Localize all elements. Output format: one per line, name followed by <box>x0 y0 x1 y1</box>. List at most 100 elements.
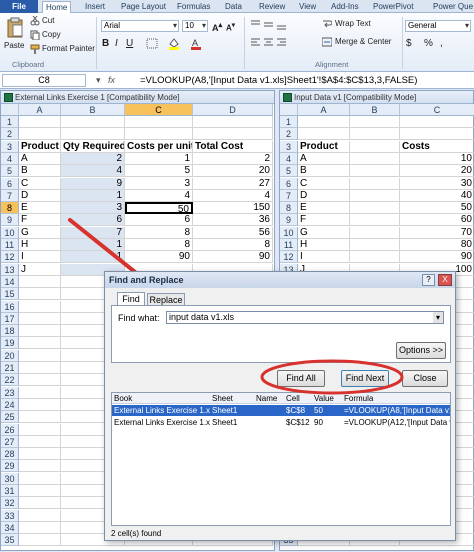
tab-review[interactable]: Review <box>256 1 288 13</box>
name-box[interactable]: C8 <box>2 74 86 87</box>
merge-center-button[interactable]: Merge & Center <box>335 37 391 46</box>
row-header: 30 <box>1 472 19 485</box>
paste-button[interactable]: Paste <box>4 41 24 50</box>
result-row[interactable]: External Links Exercise 1.xls Sheet1 $C$… <box>112 417 450 428</box>
wrap-text-button[interactable]: Wrap Text <box>335 19 371 28</box>
cell <box>400 116 474 128</box>
borders-icon[interactable] <box>146 38 158 49</box>
align-horizontal-icons[interactable] <box>250 37 290 49</box>
font-size-select[interactable]: 10 <box>182 20 208 32</box>
ribbon-tabs: File Home Insert Page Layout Formulas Da… <box>0 0 474 13</box>
cell: D <box>298 189 350 202</box>
cell: Product <box>298 140 350 153</box>
cell <box>19 349 61 362</box>
tab-add-ins[interactable]: Add-Ins <box>328 1 362 13</box>
cell <box>61 116 125 128</box>
tab-find[interactable]: Find <box>117 292 145 306</box>
formula-bar: C8 ▾ fx =VLOOKUP(A8,'[Input Data v1.xls]… <box>0 72 474 89</box>
cell <box>19 362 61 374</box>
bold-icon[interactable]: B <box>102 38 109 49</box>
row-header: 2 <box>1 128 19 141</box>
shrink-font-icon[interactable]: A▾ <box>226 21 235 33</box>
row-header: 20 <box>1 349 19 362</box>
tab-view[interactable]: View <box>296 1 319 13</box>
cell <box>350 165 400 178</box>
cell <box>350 116 400 128</box>
italic-icon[interactable]: I <box>115 38 118 49</box>
status-text: 2 cell(s) found <box>111 529 162 538</box>
cell: 20 <box>400 165 474 178</box>
row-header: 22 <box>1 374 19 387</box>
group-separator <box>244 17 245 69</box>
cell <box>19 472 61 485</box>
cell: 5 <box>125 165 193 178</box>
wrap-text-icon[interactable] <box>322 19 333 29</box>
cell <box>125 116 193 128</box>
cell <box>19 521 61 534</box>
cell: C <box>298 177 350 190</box>
cut-icon[interactable] <box>30 15 40 26</box>
number-format-select[interactable]: General <box>405 20 471 32</box>
cell <box>350 251 400 264</box>
cell <box>19 312 61 325</box>
copy-button[interactable]: Copy <box>42 30 61 39</box>
close-icon[interactable]: X <box>438 274 452 286</box>
currency-button[interactable]: $ <box>406 38 412 49</box>
row-header: 3 <box>280 140 298 153</box>
row-header: 31 <box>1 485 19 497</box>
result-row-selected[interactable]: External Links Exercise 1.xls Sheet1 $C$… <box>112 405 450 416</box>
excel-icon <box>4 93 13 102</box>
row-header: 5 <box>280 165 298 178</box>
comma-style-button[interactable]: , <box>440 38 443 49</box>
cell <box>19 448 61 461</box>
percent-button[interactable]: % <box>424 38 433 49</box>
cell <box>350 140 400 153</box>
cell: Qty Required <box>61 140 125 153</box>
merge-center-icon[interactable] <box>321 37 333 47</box>
tab-powerpivot[interactable]: PowerPivot <box>370 1 416 13</box>
format-painter-icon[interactable] <box>30 44 40 54</box>
paste-icon[interactable] <box>6 17 24 39</box>
cell: 4 <box>193 189 273 202</box>
cell: Product <box>19 140 61 153</box>
tab-power-query[interactable]: Power Que <box>430 1 474 13</box>
tab-data[interactable]: Data <box>222 1 245 13</box>
row-header: 26 <box>1 423 19 436</box>
align-top-icons[interactable] <box>250 19 290 31</box>
tab-file[interactable]: File <box>0 0 38 13</box>
cell: 8 <box>193 239 273 251</box>
format-painter-button[interactable]: Format Painter <box>42 44 95 53</box>
font-color-icon[interactable]: A <box>190 37 202 50</box>
formula-input[interactable]: =VLOOKUP(A8,'[Input Data v1.xls]Sheet1'!… <box>140 74 472 87</box>
tab-formulas[interactable]: Formulas <box>174 1 213 13</box>
help-button[interactable]: ? <box>422 274 435 286</box>
group-separator <box>96 17 97 69</box>
underline-icon[interactable]: U <box>126 38 133 49</box>
cell <box>350 128 400 141</box>
tab-insert[interactable]: Insert <box>82 1 108 13</box>
result-formula: =VLOOKUP(A12,'[Input Data v1.x... <box>344 418 450 427</box>
cell: 9 <box>61 177 125 190</box>
column-header: D <box>193 104 273 116</box>
font-name-select[interactable]: Arial <box>101 20 179 32</box>
row-header: 21 <box>1 362 19 374</box>
row-header: 8 <box>280 202 298 215</box>
chevron-down-icon[interactable]: ▾ <box>433 312 443 323</box>
find-what-input[interactable]: input data v1.xls <box>166 311 444 324</box>
cell <box>19 509 61 522</box>
row-header: 15 <box>1 288 19 301</box>
tab-page-layout[interactable]: Page Layout <box>118 1 169 13</box>
cell <box>19 337 61 350</box>
row-header: 6 <box>1 177 19 190</box>
cell <box>19 128 61 141</box>
row-header: 8 <box>1 202 19 215</box>
row-header: 10 <box>280 226 298 239</box>
results-list[interactable]: Book Sheet Name Cell Value Formula Exter… <box>111 392 451 526</box>
cut-button[interactable]: Cut <box>42 16 54 25</box>
fill-color-icon[interactable] <box>168 37 180 50</box>
grow-font-icon[interactable]: A▴ <box>212 20 222 33</box>
tab-home[interactable]: Home <box>42 1 72 13</box>
copy-icon[interactable] <box>30 30 40 41</box>
close-button[interactable]: Close <box>402 370 448 387</box>
cell: 50 <box>400 202 474 215</box>
